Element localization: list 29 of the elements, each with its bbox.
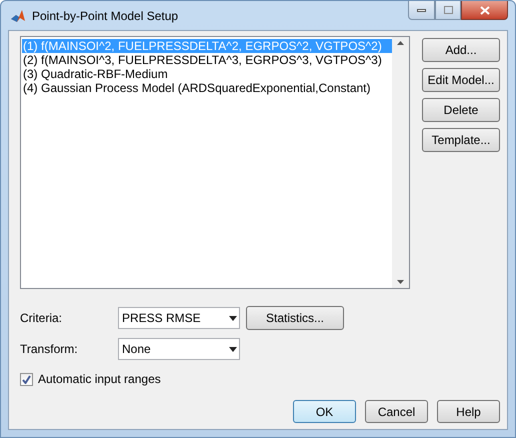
minimize-button[interactable] <box>408 1 435 20</box>
close-button[interactable] <box>461 1 508 20</box>
criteria-dropdown[interactable]: PRESS RMSE <box>118 307 240 329</box>
maximize-button[interactable] <box>435 1 461 20</box>
dialog-button[interactable]: Cancel <box>365 400 428 423</box>
close-icon <box>480 6 490 14</box>
transform-dropdown[interactable]: None <box>118 338 240 360</box>
checkbox-label: Automatic input ranges <box>38 371 161 388</box>
app-logo-icon <box>10 8 26 24</box>
caret-icon <box>229 346 237 352</box>
checkbox[interactable] <box>20 372 33 386</box>
window-title: Point-by-Point Model Setup <box>32 8 178 25</box>
scroll-up-icon[interactable] <box>397 41 404 45</box>
scrollbar[interactable] <box>392 37 409 288</box>
list-item[interactable]: (2) f(MAINSOI^3, FUELPRESSDELTA^3, EGRPOS^3, VGTPOS^3) <box>22 53 392 67</box>
list-item[interactable]: (4) Gaussian Process Model (ARDSquaredExponential,Constant) <box>22 81 392 95</box>
list-item[interactable]: (3) Quadratic-RBF-Medium <box>22 67 392 81</box>
dialog-button[interactable]: OK <box>293 400 356 423</box>
dialog-button[interactable]: Help <box>437 400 500 423</box>
check-icon <box>22 374 31 384</box>
side-button[interactable]: Template... <box>422 128 500 152</box>
scroll-down-icon[interactable] <box>397 280 404 284</box>
caret-icon <box>229 316 237 320</box>
transform-label: Transform: <box>20 341 79 358</box>
criteria-label: Criteria: <box>20 310 64 327</box>
side-button[interactable]: Delete <box>422 98 500 122</box>
side-button[interactable]: Add... <box>422 38 500 62</box>
statistics-button[interactable]: Statistics... <box>246 306 344 330</box>
side-button[interactable]: Edit Model... <box>422 68 500 92</box>
